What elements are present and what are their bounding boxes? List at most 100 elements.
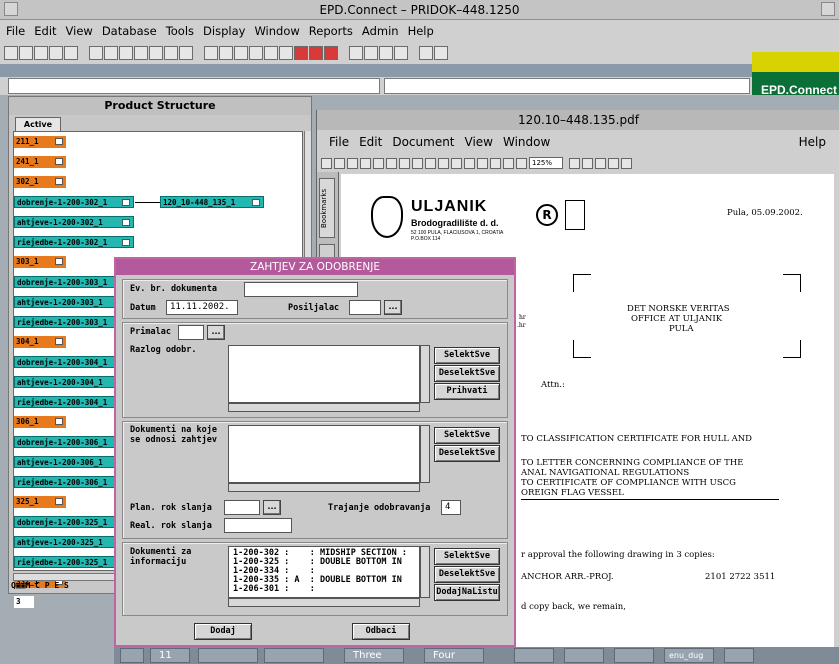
pdf-menu-edit[interactable]: Edit [359,135,382,149]
taskbar-item-four[interactable]: Four [424,648,484,663]
node-expand-icon[interactable] [55,498,63,505]
node-expand-icon[interactable] [55,418,63,425]
pdf-menu-help[interactable]: Help [799,135,826,149]
node-expand-icon[interactable] [252,199,260,206]
tool-list1-icon[interactable] [204,46,218,60]
menu-tools[interactable]: Tools [166,24,194,38]
node-expand-icon[interactable] [122,239,130,246]
tool-split2-icon[interactable] [434,46,448,60]
razlog-select-all-button[interactable]: SelektSve [434,347,500,364]
tree-node[interactable]: 302_1 [14,176,66,188]
pdf-save-icon[interactable] [334,157,345,169]
tree-node[interactable]: 3 [14,596,34,608]
node-expand-icon[interactable] [55,138,63,145]
node-expand-icon[interactable] [55,158,63,165]
related-select-all-button[interactable]: SelektSve [434,427,500,444]
pdf-forward-icon[interactable] [464,157,475,169]
tool-red2-icon[interactable] [309,46,323,60]
tool-list3-icon[interactable] [234,46,248,60]
taskbar-item-11[interactable]: 11 [150,648,190,663]
pdf-fit-width-icon[interactable] [608,157,619,169]
menu-reports[interactable]: Reports [309,24,353,38]
pdf-menu-window[interactable]: Window [503,135,550,149]
menu-display[interactable]: Display [203,24,245,38]
pdf-zoom-select[interactable]: 125% [529,157,563,169]
razlog-deselect-all-button[interactable]: DeselektSve [434,365,500,382]
tree-node[interactable]: 304_1 [14,336,66,348]
menu-help[interactable]: Help [408,24,434,38]
dodaj-button[interactable]: Dodaj [194,623,252,640]
taskbar-item-three[interactable]: Three [344,648,404,663]
related-docs-horizontal-scrollbar[interactable] [228,483,420,492]
pdf-find-icon[interactable] [360,157,371,169]
tool-paste-icon[interactable] [104,46,118,60]
related-docs-vertical-scrollbar[interactable] [420,425,430,483]
tool-sort-icon[interactable] [179,46,193,60]
real-rok-input[interactable] [224,518,292,533]
tree-node[interactable]: 120_10-448_135_1 [160,196,264,208]
pdf-first-page-icon[interactable] [399,157,410,169]
pdf-rotate-icon[interactable] [503,157,514,169]
tool-undo-icon[interactable] [119,46,133,60]
menu-view[interactable]: View [66,24,93,38]
tool-zoom-icon[interactable] [364,46,378,60]
tool-red3-icon[interactable] [324,46,338,60]
taskbar-blank-5[interactable] [614,648,654,663]
tool-list2-icon[interactable] [219,46,233,60]
info-select-all-button[interactable]: SelektSve [434,548,500,565]
menu-database[interactable]: Database [102,24,157,38]
related-docs-listbox[interactable] [228,425,420,483]
tool-list5-icon[interactable] [264,46,278,60]
taskbar-app-icon[interactable] [120,648,144,663]
tool-save-icon[interactable] [34,46,48,60]
tool-find-icon[interactable] [149,46,163,60]
maximize-icon[interactable] [821,2,835,16]
node-expand-icon[interactable] [55,338,63,345]
tool-new-icon[interactable] [4,46,18,60]
tree-node[interactable]: ahtjeve-1-200-302_1 [14,216,134,228]
odbaci-button[interactable]: Odbaci [352,623,410,640]
node-expand-icon[interactable] [122,199,130,206]
node-expand-icon[interactable] [55,178,63,185]
menu-file[interactable]: File [6,24,25,38]
pdf-last-page-icon[interactable] [438,157,449,169]
menu-edit[interactable]: Edit [34,24,56,38]
taskbar-item-enu-dug[interactable]: enu_dug [664,648,714,663]
taskbar-blank-3[interactable] [514,648,554,663]
pdf-open-icon[interactable] [321,157,332,169]
tool-frame-icon[interactable] [379,46,393,60]
tool-red1-icon[interactable] [294,46,308,60]
razlog-horizontal-scrollbar[interactable] [228,403,420,412]
posiljalac-browse-button[interactable]: ... [384,300,402,315]
primalac-input[interactable] [178,325,204,340]
tree-node[interactable]: 303_1 [14,256,66,268]
pdf-menu-file[interactable]: File [329,135,349,149]
info-docs-horizontal-scrollbar[interactable] [228,598,420,607]
pdf-menu-document[interactable]: Document [392,135,454,149]
tool-open-icon[interactable] [19,46,33,60]
tool-list4-icon[interactable] [249,46,263,60]
tab-active[interactable]: Active [15,117,61,131]
tree-node[interactable]: dobrenje-1-200-302_1 [14,196,134,208]
info-deselect-all-button[interactable]: DeselektSve [434,566,500,583]
tool-redo-icon[interactable] [134,46,148,60]
pdf-zoom-icon[interactable] [477,157,488,169]
add-to-list-button[interactable]: DodajNaListu [434,584,500,601]
pdf-select-icon[interactable] [386,157,397,169]
ev-number-input[interactable] [244,282,358,297]
pdf-menu-view[interactable]: View [465,135,493,149]
razlog-vertical-scrollbar[interactable] [420,345,430,403]
tree-node[interactable]: 306_1 [14,416,66,428]
menu-window[interactable]: Window [254,24,299,38]
tool-split1-icon[interactable] [419,46,433,60]
taskbar-blank-2[interactable] [264,648,324,663]
pdf-zoom-out-icon[interactable] [516,157,527,169]
tree-node[interactable]: 211_1 [14,136,66,148]
datum-input[interactable]: 11.11.2002. [166,300,238,315]
trajanje-input[interactable]: 4 [441,500,461,515]
tree-node[interactable]: 325_1 [14,496,66,508]
info-docs-vertical-scrollbar[interactable] [420,546,430,598]
tool-grid-icon[interactable] [349,46,363,60]
primalac-browse-button[interactable]: ... [207,325,225,340]
pdf-back-icon[interactable] [451,157,462,169]
